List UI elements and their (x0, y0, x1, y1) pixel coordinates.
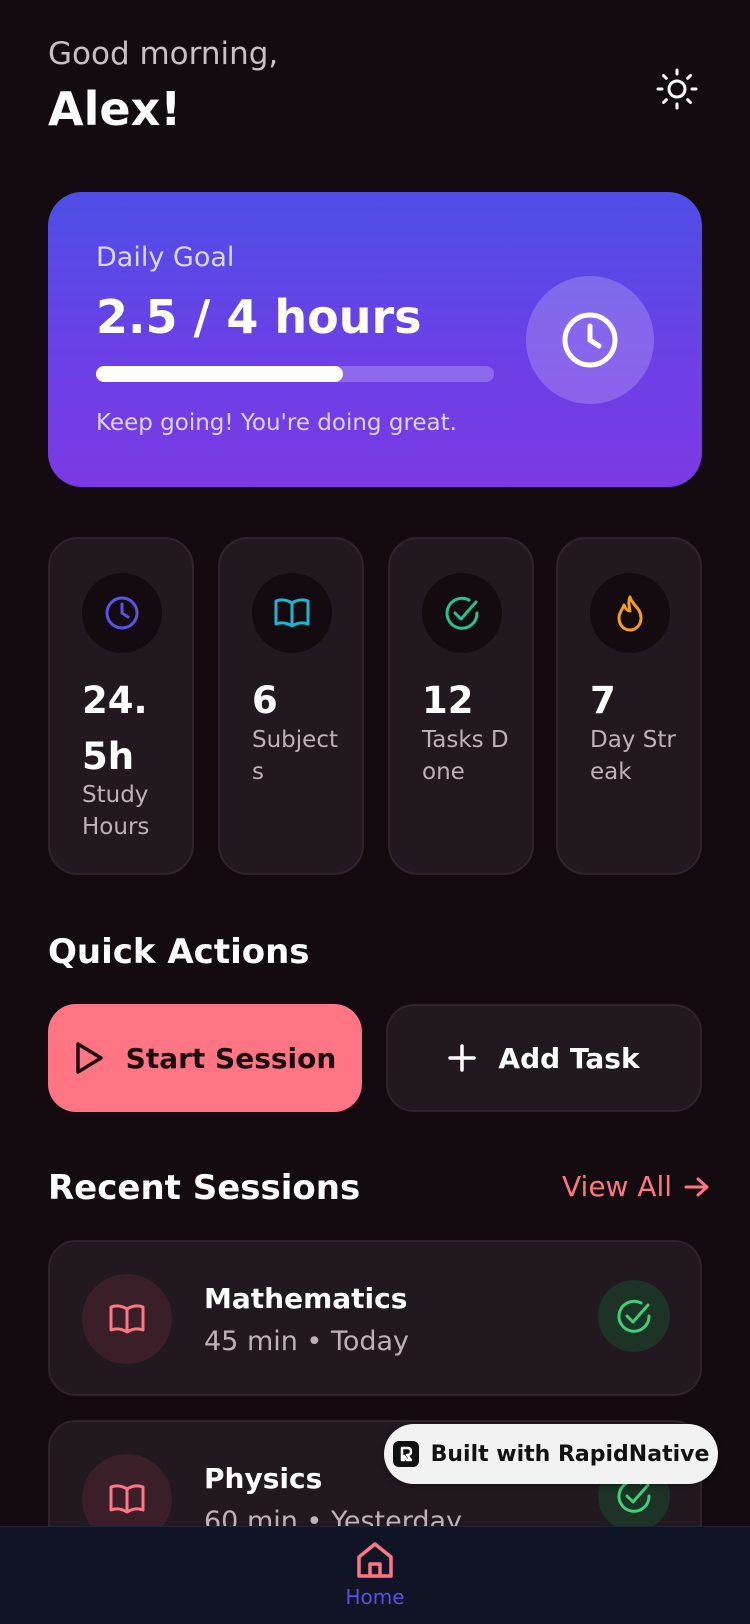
stat-value: 12 (422, 679, 474, 722)
recent-sessions-title: Recent Sessions (48, 1168, 361, 1208)
session-subject: Physics (204, 1462, 323, 1495)
book-icon (109, 1304, 145, 1334)
start-session-button[interactable]: Start Session (48, 1004, 362, 1112)
sun-icon (656, 68, 698, 110)
home-icon (357, 1542, 393, 1578)
session-item-mathematics[interactable]: Mathematics 45 min • Today (48, 1240, 702, 1396)
play-icon (75, 1042, 103, 1074)
stat-card-study-hours[interactable]: 24.5h Study Hours (48, 537, 194, 875)
stat-label: Study Hours (82, 782, 150, 840)
goal-clock-badge (526, 276, 654, 404)
bottom-navigation: Home (0, 1526, 750, 1624)
session-icon-wrap (82, 1274, 172, 1364)
goal-progress-bar (96, 366, 494, 382)
start-session-label: Start Session (125, 1041, 337, 1075)
add-task-label: Add Task (498, 1041, 640, 1075)
stat-label: Day Streak (590, 727, 676, 785)
nav-item-home[interactable]: Home (330, 1539, 420, 1624)
home-screen: Good morning, Alex! Daily Goal 2.5 / 4 h… (0, 0, 750, 1624)
plus-icon (448, 1044, 477, 1072)
book-icon (109, 1484, 145, 1514)
session-meta: 45 min • Today (204, 1326, 410, 1357)
stat-icon-wrap (422, 573, 502, 653)
view-all-link[interactable]: View All (562, 1170, 710, 1203)
goal-label: Daily Goal (96, 242, 235, 273)
stat-value: 6 (252, 679, 278, 722)
goal-progress-fill (96, 366, 343, 382)
stat-card-subjects[interactable]: 6 Subjects (218, 537, 364, 875)
session-status-badge (598, 1280, 670, 1352)
quick-actions-title: Quick Actions (48, 932, 310, 972)
stat-card-day-streak[interactable]: 7 Day Streak (556, 537, 702, 875)
goal-note: Keep going! You're doing great. (96, 410, 457, 436)
arrow-right-icon (684, 1177, 709, 1196)
clock-icon (562, 312, 618, 368)
stat-value: 7 (590, 679, 616, 722)
stat-icon-wrap (590, 573, 670, 653)
built-with-badge[interactable]: Built with RapidNative (384, 1424, 718, 1484)
stat-icon-wrap (82, 573, 162, 653)
stat-value: 24.5h (82, 679, 148, 778)
user-name: Alex! (48, 82, 182, 136)
nav-home-label: Home (345, 1585, 405, 1609)
daily-goal-card: Daily Goal 2.5 / 4 hours Keep going! You… (48, 192, 702, 487)
check-circle-icon (617, 1299, 651, 1333)
view-all-label: View All (562, 1170, 673, 1203)
goal-value: 2.5 / 4 hours (96, 290, 422, 344)
check-circle-icon (445, 596, 479, 630)
badge-text: Built with RapidNative (430, 1441, 710, 1467)
stat-label: Tasks Done (422, 727, 509, 785)
stat-icon-wrap (252, 573, 332, 653)
add-task-button[interactable]: Add Task (386, 1004, 702, 1112)
greeting-text: Good morning, (48, 36, 279, 72)
book-icon (274, 598, 310, 628)
session-subject: Mathematics (204, 1282, 408, 1315)
clock-icon (105, 596, 139, 630)
rapidnative-logo-icon (392, 1441, 419, 1467)
stat-label: Subjects (252, 727, 338, 785)
stat-card-tasks-done[interactable]: 12 Tasks Done (388, 537, 534, 875)
theme-toggle-button[interactable] (652, 64, 702, 114)
flame-icon (617, 595, 643, 632)
